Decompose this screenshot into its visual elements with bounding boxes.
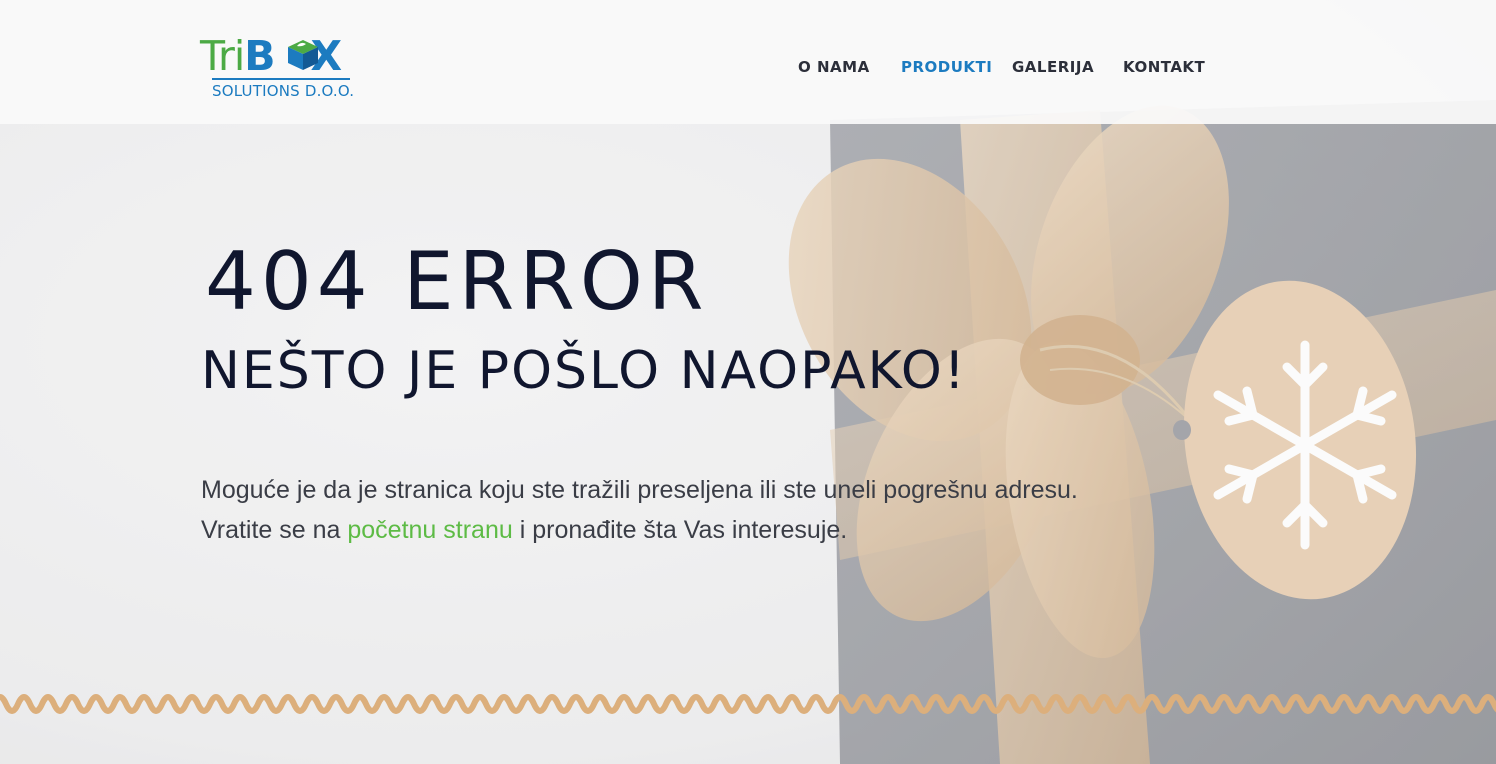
nav-item-produkti[interactable]: PRODUKTI — [901, 58, 992, 76]
page: TriB X SOLUTIONS D.O.O. O NAMA PRODUKTI G… — [0, 0, 1496, 764]
nav-item-kontakt[interactable]: KONTAKT — [1123, 58, 1205, 76]
nav-item-o-nama[interactable]: O NAMA — [798, 58, 870, 76]
error-title: 404 ERROR — [205, 235, 709, 328]
main-nav: O NAMA PRODUKTI GALERIJA KONTAKT — [0, 58, 1496, 78]
error-description: Moguće je da je stranica koju ste tražil… — [201, 470, 1078, 550]
error-subtitle: NEŠTO JE POŠLO NAOPAKO! — [201, 341, 967, 401]
description-line-1: Moguće je da je stranica koju ste tražil… — [201, 476, 1078, 504]
description-line-2: Vratite se na početnu stranu i pronađite… — [201, 510, 1078, 550]
site-header: TriB X SOLUTIONS D.O.O. O NAMA PRODUKTI G… — [0, 0, 1496, 124]
logo-underline — [212, 78, 350, 80]
home-page-link[interactable]: početnu stranu — [347, 516, 512, 544]
nav-item-galerija[interactable]: GALERIJA — [1012, 58, 1094, 76]
logo-tagline: SOLUTIONS D.O.O. — [212, 82, 355, 100]
line2-before-text: Vratite se na — [201, 516, 348, 544]
line2-after-text: i pronađite šta Vas interesuje. — [512, 516, 848, 544]
decorative-wave-divider — [0, 694, 1496, 714]
